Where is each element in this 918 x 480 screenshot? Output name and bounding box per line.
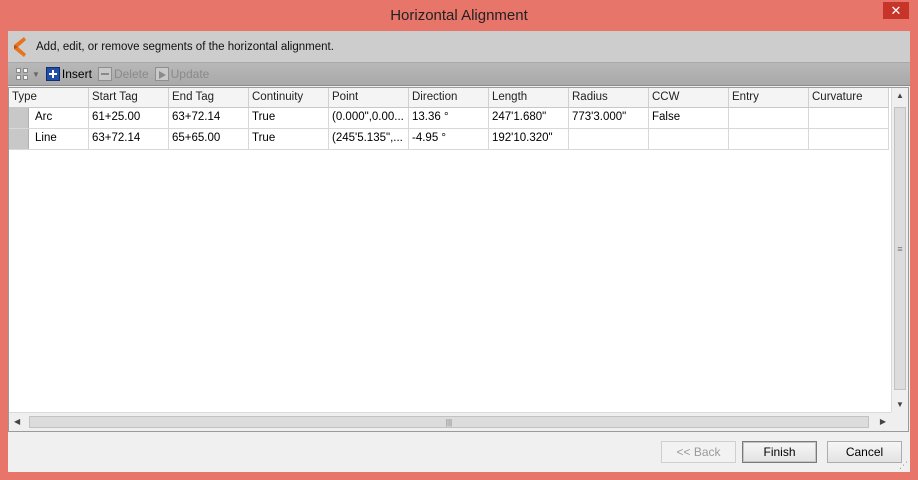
column-header-curvature[interactable]: Curvature (809, 88, 889, 107)
table-body: Arc 61+25.00 63+72.14 True (0.000",0.00.… (9, 108, 889, 150)
scroll-down-arrow-icon[interactable]: ▼ (896, 401, 904, 409)
row-selector[interactable] (9, 108, 29, 128)
cell-type[interactable]: Arc (29, 108, 89, 128)
row-selector[interactable] (9, 129, 29, 149)
insert-label: Insert (61, 67, 92, 81)
close-button[interactable]: ✕ (883, 2, 909, 19)
horizontal-scrollbar[interactable]: ◀ ||| ▶ (9, 412, 891, 431)
title-bar[interactable]: Horizontal Alignment ✕ (0, 0, 918, 31)
delete-label: Delete (113, 67, 149, 81)
horizontal-scroll-thumb[interactable]: ||| (29, 416, 869, 428)
column-header-entry[interactable]: Entry (729, 88, 809, 107)
finish-button[interactable]: Finish (742, 441, 817, 463)
app-logo-icon (14, 36, 26, 57)
scroll-left-arrow-icon[interactable]: ◀ (14, 418, 20, 426)
cell-type[interactable]: Line (29, 129, 89, 149)
cancel-button[interactable]: Cancel (827, 441, 902, 463)
cell-length[interactable]: 192'10.320" (489, 129, 569, 149)
cell-end-tag[interactable]: 63+72.14 (169, 108, 249, 128)
insert-plus-icon (45, 67, 60, 81)
instruction-text: Add, edit, or remove segments of the hor… (36, 40, 334, 53)
update-arrow-icon (154, 67, 169, 81)
window-title: Horizontal Alignment (390, 7, 528, 24)
cell-start-tag[interactable]: 63+72.14 (89, 129, 169, 149)
dialog-footer: << Back Finish Cancel ⋰ (8, 431, 910, 472)
grid-view-icon[interactable] (16, 68, 28, 80)
column-header-continuity[interactable]: Continuity (249, 88, 329, 107)
column-header-length[interactable]: Length (489, 88, 569, 107)
cell-curvature[interactable] (809, 129, 889, 149)
delete-minus-icon (97, 67, 112, 81)
chevron-down-icon[interactable]: ▼ (32, 70, 40, 79)
cell-entry[interactable] (729, 108, 809, 128)
cell-direction[interactable]: -4.95 ° (409, 129, 489, 149)
insert-button[interactable]: Insert (45, 67, 92, 81)
cell-curvature[interactable] (809, 108, 889, 128)
cell-continuity[interactable]: True (249, 129, 329, 149)
cell-point[interactable]: (245'5.135",... (329, 129, 409, 149)
column-header-radius[interactable]: Radius (569, 88, 649, 107)
cell-point[interactable]: (0.000",0.00... (329, 108, 409, 128)
cell-radius[interactable]: 773'3.000" (569, 108, 649, 128)
update-button[interactable]: Update (154, 67, 210, 81)
back-button[interactable]: << Back (661, 441, 736, 463)
column-header-direction[interactable]: Direction (409, 88, 489, 107)
table-row[interactable]: Arc 61+25.00 63+72.14 True (0.000",0.00.… (9, 108, 889, 129)
vertical-scroll-thumb[interactable]: ≡ (894, 107, 906, 390)
cell-length[interactable]: 247'1.680" (489, 108, 569, 128)
table-row[interactable]: Line 63+72.14 65+65.00 True (245'5.135",… (9, 129, 889, 150)
column-header-start-tag[interactable]: Start Tag (89, 88, 169, 107)
cell-ccw[interactable]: False (649, 108, 729, 128)
cell-entry[interactable] (729, 129, 809, 149)
segments-table: Type Start Tag End Tag Continuity Point … (8, 87, 909, 432)
scroll-right-arrow-icon[interactable]: ▶ (880, 418, 886, 426)
scroll-up-arrow-icon[interactable]: ▲ (896, 92, 904, 100)
table-header: Type Start Tag End Tag Continuity Point … (9, 88, 889, 108)
instruction-header: Add, edit, or remove segments of the hor… (8, 31, 910, 63)
update-label: Update (170, 67, 210, 81)
cell-end-tag[interactable]: 65+65.00 (169, 129, 249, 149)
dialog-window: Horizontal Alignment ✕ Add, edit, or rem… (0, 0, 918, 480)
toolbar: ▼ Insert Delete Update (8, 63, 910, 86)
resize-grip-icon[interactable]: ⋰ (899, 461, 908, 470)
cell-radius[interactable] (569, 129, 649, 149)
column-header-end-tag[interactable]: End Tag (169, 88, 249, 107)
column-header-type[interactable]: Type (9, 88, 89, 107)
vertical-scrollbar[interactable]: ▲ ≡ ▼ (891, 88, 908, 413)
column-header-ccw[interactable]: CCW (649, 88, 729, 107)
cell-continuity[interactable]: True (249, 108, 329, 128)
cell-start-tag[interactable]: 61+25.00 (89, 108, 169, 128)
cell-direction[interactable]: 13.36 ° (409, 108, 489, 128)
delete-button[interactable]: Delete (97, 67, 149, 81)
cell-ccw[interactable] (649, 129, 729, 149)
close-icon: ✕ (890, 3, 902, 18)
scroll-corner (891, 412, 908, 431)
column-header-point[interactable]: Point (329, 88, 409, 107)
dialog-client: Add, edit, or remove segments of the hor… (8, 31, 910, 472)
